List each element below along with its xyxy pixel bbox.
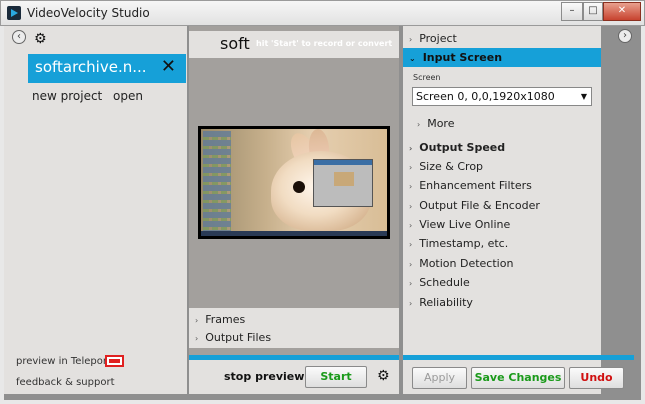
more-label: More: [427, 117, 455, 130]
gear-icon[interactable]: ⚙: [34, 31, 47, 47]
chevron-right-icon: ›: [409, 240, 413, 249]
chevron-right-icon: ›: [417, 120, 421, 129]
output-file-encoder-section[interactable]: › Output File & Encoder: [409, 199, 540, 212]
screen-select[interactable]: Screen 0, 0,0,1920x1080 ▼: [412, 87, 592, 106]
record-hint: hit 'Start' to record or convert: [256, 39, 393, 48]
bunny-eye: [293, 181, 305, 193]
video-preview: [198, 126, 390, 239]
collapse-left-button[interactable]: ‹: [12, 30, 26, 44]
left-panel: ‹ ⚙ softarchive.n... ✕ new project open …: [4, 26, 187, 394]
schedule-section[interactable]: › Schedule: [409, 276, 470, 289]
project-label: Project: [419, 32, 457, 45]
more-section[interactable]: › More: [417, 117, 454, 130]
close-button[interactable]: ✕: [603, 2, 641, 21]
minimize-button[interactable]: –: [561, 2, 583, 21]
open-link[interactable]: open: [113, 89, 143, 103]
section-label: Size & Crop: [419, 160, 484, 173]
project-tab[interactable]: softarchive.n... ✕: [28, 54, 186, 83]
input-screen-row: ⌄ Input Screen: [409, 51, 502, 64]
nested-preview-window: [313, 159, 373, 207]
output-files-section[interactable]: › Output Files: [195, 331, 271, 344]
chevron-right-icon: ›: [195, 334, 199, 343]
view-live-online-section[interactable]: › View Live Online: [409, 218, 510, 231]
section-label: View Live Online: [419, 218, 511, 231]
output-accordion: › Frames › Output Files: [189, 308, 399, 348]
section-label: Motion Detection: [419, 257, 514, 270]
right-accent-strip: [403, 355, 634, 360]
chevron-down-icon: ⌄: [409, 54, 416, 63]
chevron-right-icon: ›: [409, 182, 413, 191]
save-changes-button[interactable]: Save Changes: [471, 367, 565, 389]
close-project-icon[interactable]: ✕: [161, 56, 176, 77]
new-project-link[interactable]: new project: [32, 89, 102, 103]
input-screen-label: Input Screen: [422, 51, 503, 64]
chevron-right-icon: ›: [409, 202, 413, 211]
desktop-taskbar: [201, 231, 387, 236]
output-files-label: Output Files: [205, 331, 272, 344]
dropdown-arrow-icon: ▼: [580, 92, 587, 101]
start-button[interactable]: Start: [305, 366, 367, 388]
preview-tab-label: soft: [220, 34, 250, 53]
input-screen-section[interactable]: ⌄ Input Screen: [403, 48, 601, 67]
screen-select-value: Screen 0, 0,0,1920x1080: [416, 90, 555, 103]
reliability-section[interactable]: › Reliability: [409, 296, 473, 309]
chevron-right-icon: ›: [409, 221, 413, 230]
timestamp-section[interactable]: › Timestamp, etc.: [409, 237, 508, 250]
section-label: Schedule: [419, 276, 470, 289]
nested-thumbnail: [334, 172, 354, 186]
app-logo-icon: [7, 6, 21, 20]
chevron-right-icon: ›: [409, 163, 413, 172]
center-panel: soft hit 'Start' to record or convert › F…: [189, 26, 399, 394]
chevron-right-icon: ›: [409, 279, 413, 288]
motion-detection-section[interactable]: › Motion Detection: [409, 257, 513, 270]
right-panel: › Project ⌄ Input Screen Screen Screen 0, …: [403, 26, 634, 394]
output-speed-section[interactable]: › Output Speed: [409, 141, 505, 154]
section-label: Output Speed: [419, 141, 506, 154]
size-crop-section[interactable]: › Size & Crop: [409, 160, 483, 173]
screen-field-label: Screen: [413, 73, 441, 82]
preview-screenshot: [201, 129, 387, 236]
project-tab-label: softarchive.n...: [35, 58, 147, 76]
section-label: Reliability: [419, 296, 473, 309]
chevron-right-icon: ›: [409, 260, 413, 269]
apply-button[interactable]: Apply: [412, 367, 467, 389]
section-label: Enhancement Filters: [419, 179, 532, 192]
window-title: VideoVelocity Studio: [27, 6, 150, 20]
teleport-icon[interactable]: [105, 355, 124, 367]
chevron-right-icon: ›: [409, 35, 413, 44]
desktop-icons: [203, 131, 231, 231]
frames-section[interactable]: › Frames: [195, 313, 245, 326]
gear-icon[interactable]: ⚙: [377, 368, 390, 384]
enhancement-filters-section[interactable]: › Enhancement Filters: [409, 179, 532, 192]
preview-tab-header: soft hit 'Start' to record or convert: [189, 31, 399, 58]
undo-button[interactable]: Undo: [569, 367, 624, 389]
feedback-support-link[interactable]: feedback & support: [16, 377, 115, 388]
title-bar: VideoVelocity Studio – □ ✕: [0, 0, 645, 26]
frames-label: Frames: [205, 313, 246, 326]
section-label: Timestamp, etc.: [419, 237, 509, 250]
chevron-right-icon: ›: [409, 144, 413, 153]
section-label: Output File & Encoder: [419, 199, 540, 212]
chevron-right-icon: ›: [409, 299, 413, 308]
collapse-right-button[interactable]: ›: [618, 29, 632, 43]
preview-in-teleport-link[interactable]: preview in Teleport: [16, 356, 111, 367]
maximize-button[interactable]: □: [583, 2, 603, 21]
stop-preview-button[interactable]: stop preview: [224, 370, 304, 383]
project-section[interactable]: › Project: [409, 32, 457, 45]
chevron-right-icon: ›: [195, 316, 199, 325]
